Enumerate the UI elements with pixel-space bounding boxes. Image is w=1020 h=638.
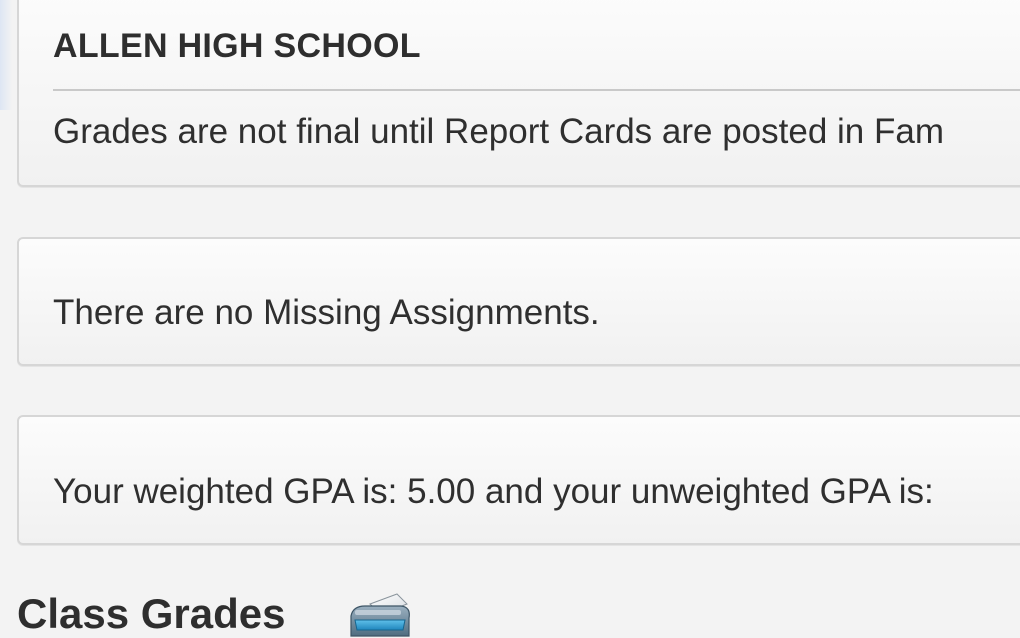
page: ALLEN HIGH SCHOOL Grades are not final u… [0, 0, 1020, 638]
printer-icon [350, 593, 410, 637]
missing-assignments-panel: There are no Missing Assignments. [17, 237, 1020, 366]
divider [53, 89, 1020, 91]
gpa-panel: Your weighted GPA is: 5.00 and your unwe… [17, 415, 1020, 545]
school-info-panel: ALLEN HIGH SCHOOL Grades are not final u… [17, 0, 1020, 187]
grades-notice-text: Grades are not final until Report Cards … [53, 112, 944, 151]
print-button[interactable] [345, 590, 415, 638]
missing-assignments-message: There are no Missing Assignments. [53, 293, 600, 332]
class-grades-heading: Class Grades [17, 590, 286, 637]
window-edge [0, 0, 12, 110]
school-name-heading: ALLEN HIGH SCHOOL [53, 27, 421, 65]
gpa-message: Your weighted GPA is: 5.00 and your unwe… [53, 472, 934, 511]
